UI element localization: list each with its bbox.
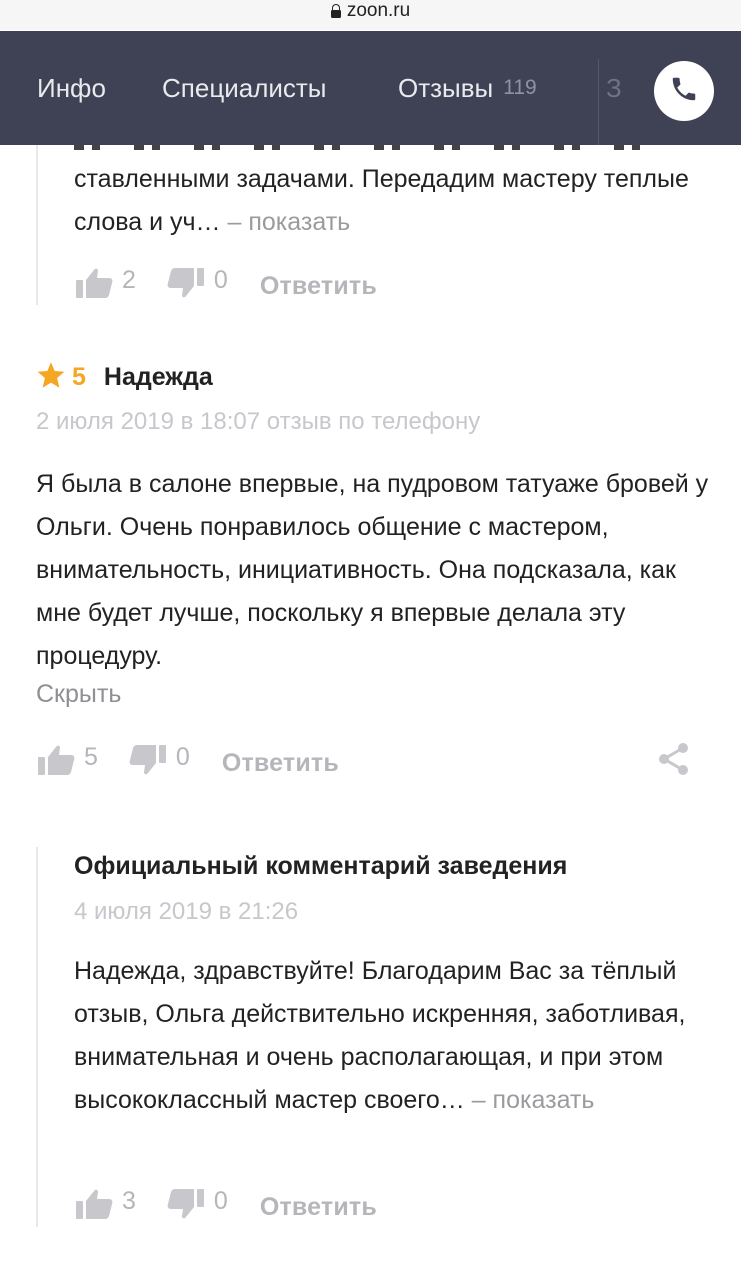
review-meta: 2 июля 2019 в 18:07 отзыв по телефону: [36, 408, 481, 435]
thumbs-down-icon: [128, 743, 168, 784]
share-icon: [656, 743, 692, 781]
prev-reply-actions: 2 0 Ответить: [74, 266, 377, 307]
thumbs-down-icon: [166, 266, 206, 307]
review-header: 5 Надежда: [36, 361, 213, 394]
official-reply-show-more[interactable]: – показать: [472, 1086, 595, 1114]
reviews-content: ставленными задачами. Передадим мастеру …: [0, 145, 741, 1280]
tab-reviews-count: 119: [503, 76, 537, 99]
like-count: 5: [84, 743, 98, 771]
review-rating: 5: [72, 363, 86, 391]
tab-specialists-label: Специалисты: [162, 72, 327, 103]
thumbs-down-icon: [166, 1187, 206, 1228]
lock-icon: [330, 4, 341, 18]
url-text[interactable]: zoon.ru: [347, 0, 410, 22]
reply-button[interactable]: Ответить: [260, 1193, 377, 1222]
browser-url-bar[interactable]: zoon.ru: [0, 0, 741, 30]
like-count: 2: [122, 266, 136, 294]
like-button[interactable]: 5: [36, 743, 98, 784]
thumbs-up-icon: [36, 743, 76, 784]
prev-reply-text-block: ставленными задачами. Передадим мастеру …: [74, 115, 714, 235]
tab-info-label: Инфо: [37, 72, 106, 103]
thumbs-up-icon: [74, 266, 114, 307]
hide-button[interactable]: Скрыть: [36, 680, 121, 709]
star-icon: [36, 361, 66, 394]
official-reply-actions: 3 0 Ответить: [74, 1187, 377, 1228]
like-button[interactable]: 3: [74, 1187, 136, 1228]
prev-reply-text: ставленными задачами. Передадим мастеру …: [74, 165, 689, 235]
prev-reply-cut-line: [74, 145, 654, 151]
reply-button[interactable]: Ответить: [222, 749, 339, 778]
dislike-button[interactable]: 0: [166, 266, 228, 307]
reply-thread-line: [36, 145, 38, 305]
dislike-count: 0: [213, 1187, 228, 1215]
tab-next-label: З: [606, 72, 622, 103]
like-count: 3: [122, 1187, 136, 1215]
dislike-button[interactable]: 0: [166, 1187, 228, 1228]
review-actions: 5 0 Ответить: [36, 743, 339, 784]
tab-reviews-label: Отзывы: [398, 72, 494, 103]
dislike-count: 0: [213, 266, 228, 294]
dislike-count: 0: [175, 743, 190, 771]
review-text: Я была в салоне впервые, на пудровом тат…: [36, 470, 709, 670]
official-reply-title: Официальный комментарий заведения: [74, 852, 568, 880]
phone-icon: [669, 74, 699, 109]
reply-thread-line: [36, 847, 38, 1227]
prev-reply-show-more[interactable]: – показать: [228, 208, 351, 235]
call-button[interactable]: [654, 61, 714, 121]
official-reply-text: Надежда, здравствуйте! Благодарим Вас за…: [74, 957, 686, 1114]
share-button[interactable]: [656, 741, 692, 782]
review-author[interactable]: Надежда: [104, 363, 213, 392]
prev-reply-hidden-line: [74, 115, 714, 158]
like-button[interactable]: 2: [74, 266, 136, 307]
dislike-button[interactable]: 0: [128, 743, 190, 784]
thumbs-up-icon: [74, 1187, 114, 1228]
reply-button[interactable]: Ответить: [260, 272, 377, 301]
official-reply-date: 4 июля 2019 в 21:26: [74, 898, 299, 925]
